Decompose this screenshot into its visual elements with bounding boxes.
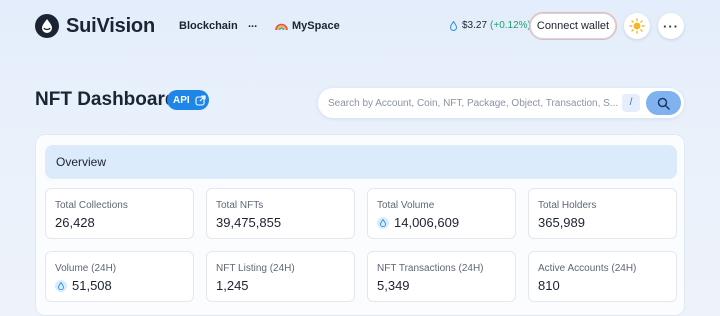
stat-card: Active Accounts (24H) 810 bbox=[528, 251, 677, 302]
external-link-icon bbox=[195, 94, 206, 106]
rainbow-icon bbox=[275, 23, 288, 31]
connect-wallet-button[interactable]: Connect wallet bbox=[529, 12, 617, 40]
search-icon bbox=[657, 97, 670, 110]
sui-token-icon bbox=[55, 279, 67, 292]
search-shortcut-hint: / bbox=[622, 94, 640, 112]
stat-number: 39,475,855 bbox=[216, 215, 282, 230]
stat-value: 51,508 bbox=[55, 278, 112, 293]
stat-label: Volume (24H) bbox=[55, 263, 117, 274]
top-header: SuiVision Blockchain ... MySpace $3.27 (… bbox=[0, 0, 720, 52]
stat-value: 810 bbox=[538, 278, 560, 293]
theme-toggle-button[interactable] bbox=[624, 13, 650, 39]
search-input[interactable] bbox=[328, 96, 618, 110]
search-button[interactable] bbox=[646, 91, 681, 115]
stat-value: 39,475,855 bbox=[216, 215, 281, 230]
stat-label: Total Volume bbox=[377, 200, 435, 211]
overview-card: Overview Total Collections 26,428 Total NF… bbox=[35, 134, 685, 316]
page-title: NFT Dashboard bbox=[35, 89, 177, 110]
brand-name: SuiVision bbox=[66, 14, 155, 37]
stat-number: 810 bbox=[538, 278, 560, 293]
stat-value: 365,989 bbox=[538, 215, 585, 230]
brand-logo[interactable]: SuiVision bbox=[35, 14, 155, 38]
stat-number: 14,006,609 bbox=[394, 215, 460, 230]
stat-card: Volume (24H) 51,508 bbox=[45, 251, 194, 302]
nav-blockchain[interactable]: Blockchain bbox=[179, 20, 238, 32]
stat-card: NFT Listing (24H) 1,245 bbox=[206, 251, 355, 302]
stat-number: 1,245 bbox=[216, 278, 249, 293]
stat-label: NFT Listing (24H) bbox=[216, 263, 295, 274]
sun-icon bbox=[629, 18, 645, 34]
price-value: $3.27 bbox=[462, 20, 488, 31]
stat-number: 5,349 bbox=[377, 278, 410, 293]
stat-label: NFT Transactions (24H) bbox=[377, 263, 484, 274]
stat-card: Total Collections 26,428 bbox=[45, 188, 194, 239]
sui-logo-icon bbox=[35, 14, 59, 38]
stat-card: Total NFTs 39,475,855 bbox=[206, 188, 355, 239]
stat-value: 14,006,609 bbox=[377, 215, 459, 230]
sui-drop-icon bbox=[450, 20, 457, 31]
stat-label: Total NFTs bbox=[216, 200, 264, 211]
stat-number: 51,508 bbox=[72, 278, 112, 293]
stat-value: 26,428 bbox=[55, 215, 95, 230]
stat-label: Total Holders bbox=[538, 200, 597, 211]
nav-more-menu[interactable]: ... bbox=[248, 18, 257, 30]
search-bar: / bbox=[318, 88, 684, 118]
stat-label: Active Accounts (24H) bbox=[538, 263, 637, 274]
nav-myspace[interactable]: MySpace bbox=[275, 20, 340, 32]
more-options-button[interactable]: ··· bbox=[658, 13, 684, 39]
stat-card: Total Volume 14,006,609 bbox=[367, 188, 516, 239]
stat-card: Total Holders 365,989 bbox=[528, 188, 677, 239]
stat-value: 5,349 bbox=[377, 278, 410, 293]
sui-token-icon bbox=[377, 216, 389, 229]
nav-myspace-label: MySpace bbox=[292, 20, 340, 32]
stat-label: Total Collections bbox=[55, 200, 128, 211]
api-badge-link[interactable]: API bbox=[167, 90, 209, 110]
sui-price: $3.27 (+0.12%) bbox=[450, 20, 531, 31]
price-change: (+0.12%) bbox=[490, 20, 531, 31]
stat-card: NFT Transactions (24H) 5,349 bbox=[367, 251, 516, 302]
stat-value: 1,245 bbox=[216, 278, 249, 293]
stat-number: 26,428 bbox=[55, 215, 95, 230]
stat-number: 365,989 bbox=[538, 215, 585, 230]
overview-heading: Overview bbox=[45, 145, 677, 179]
api-badge-label: API bbox=[173, 94, 190, 106]
